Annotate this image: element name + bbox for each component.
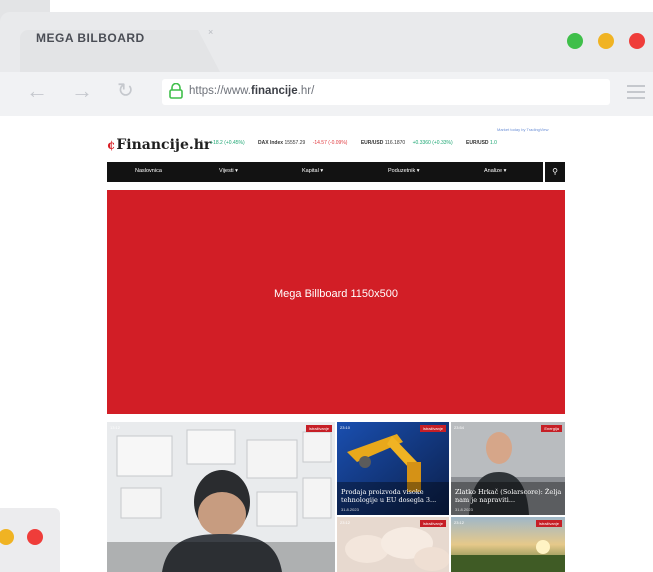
- ticker-item[interactable]: EUR/USD 1.0: [466, 140, 503, 146]
- category-badge[interactable]: Istraživanje: [305, 425, 332, 432]
- article-time: 13:12: [110, 425, 121, 430]
- nav-vijesti[interactable]: Vijesti ▾: [219, 168, 238, 174]
- screenshot-stage: MEGA BILBOARD × ← → ↻ https://www.financ…: [0, 0, 653, 572]
- article-card[interactable]: 13:12 Istraživanje: [107, 422, 335, 572]
- minimize-dot[interactable]: [598, 33, 614, 49]
- article-time: 23:12: [454, 520, 465, 525]
- article-card[interactable]: 23:12 Istraživanje: [451, 517, 565, 572]
- search-icon[interactable]: ⚲: [545, 162, 565, 182]
- logo-text: Financije.hr: [116, 137, 212, 153]
- category-badge[interactable]: Istraživanje: [419, 520, 446, 527]
- market-ticker: 4 +18.2 (+0.45%) DAX Index 15557.29 -14.…: [200, 140, 509, 146]
- article-card[interactable]: 23:12 Istraživanje: [337, 517, 449, 572]
- article-date: 31.8.2023: [341, 507, 359, 512]
- background-close-dot: [27, 529, 43, 545]
- article-date: 31.8.2023: [455, 507, 473, 512]
- article-card[interactable]: 23:10 Istraživanje Prodaja proizvoda vis…: [337, 422, 449, 515]
- billboard-label: Mega Billboard 1150x500: [274, 288, 398, 300]
- back-arrow-icon[interactable]: ←: [26, 78, 48, 104]
- article-time: 23:12: [340, 520, 351, 525]
- article-title[interactable]: Prodaja proizvoda visoke tehnologije u E…: [341, 489, 445, 505]
- url-text[interactable]: https://www.financije.hr/: [189, 85, 314, 97]
- nav-analize[interactable]: Analize ▾: [484, 168, 506, 174]
- forward-arrow-icon[interactable]: →: [71, 78, 93, 104]
- nav-poduzetnik[interactable]: Poduzetnik ▾: [388, 168, 420, 174]
- close-dot[interactable]: [629, 33, 645, 49]
- tab-close-icon[interactable]: ×: [208, 27, 213, 37]
- category-badge[interactable]: Istraživanje: [419, 425, 446, 432]
- nav-kapital[interactable]: Kapital ▾: [302, 168, 323, 174]
- browser-menu-icon[interactable]: [627, 85, 645, 99]
- category-badge[interactable]: Energija: [541, 425, 562, 432]
- reload-icon[interactable]: ↻: [117, 78, 134, 103]
- ticker-item[interactable]: EUR/USD 116.1870 +0.3360 (+0.33%): [361, 140, 459, 146]
- tab-title: MEGA BILBOARD: [36, 31, 145, 45]
- article-card[interactable]: 23:54 Energija Zlatko Hrkač (Solarscore)…: [451, 422, 565, 515]
- tradingview-credit[interactable]: Market today by TradingView: [497, 127, 549, 132]
- mega-billboard-ad[interactable]: [107, 190, 565, 414]
- site-logo[interactable]: ¢Financije.hr: [107, 137, 211, 153]
- nav-naslovnica[interactable]: Naslovnica: [135, 168, 162, 174]
- article-time: 23:54: [454, 425, 465, 430]
- logo-mark-icon: ¢: [107, 138, 116, 152]
- maximize-dot[interactable]: [567, 33, 583, 49]
- ticker-item[interactable]: 4 +18.2 (+0.45%): [200, 140, 251, 146]
- ticker-item[interactable]: DAX Index 15557.29 -14.57 (-0.09%): [258, 140, 353, 146]
- article-image: [107, 422, 335, 572]
- category-badge[interactable]: Istraživanje: [535, 520, 562, 527]
- article-title[interactable]: Zlatko Hrkač (Solarscore): Želja nam je …: [455, 489, 563, 505]
- site-navbar: [107, 162, 543, 182]
- lock-icon: [169, 83, 183, 99]
- article-time: 23:10: [340, 425, 351, 430]
